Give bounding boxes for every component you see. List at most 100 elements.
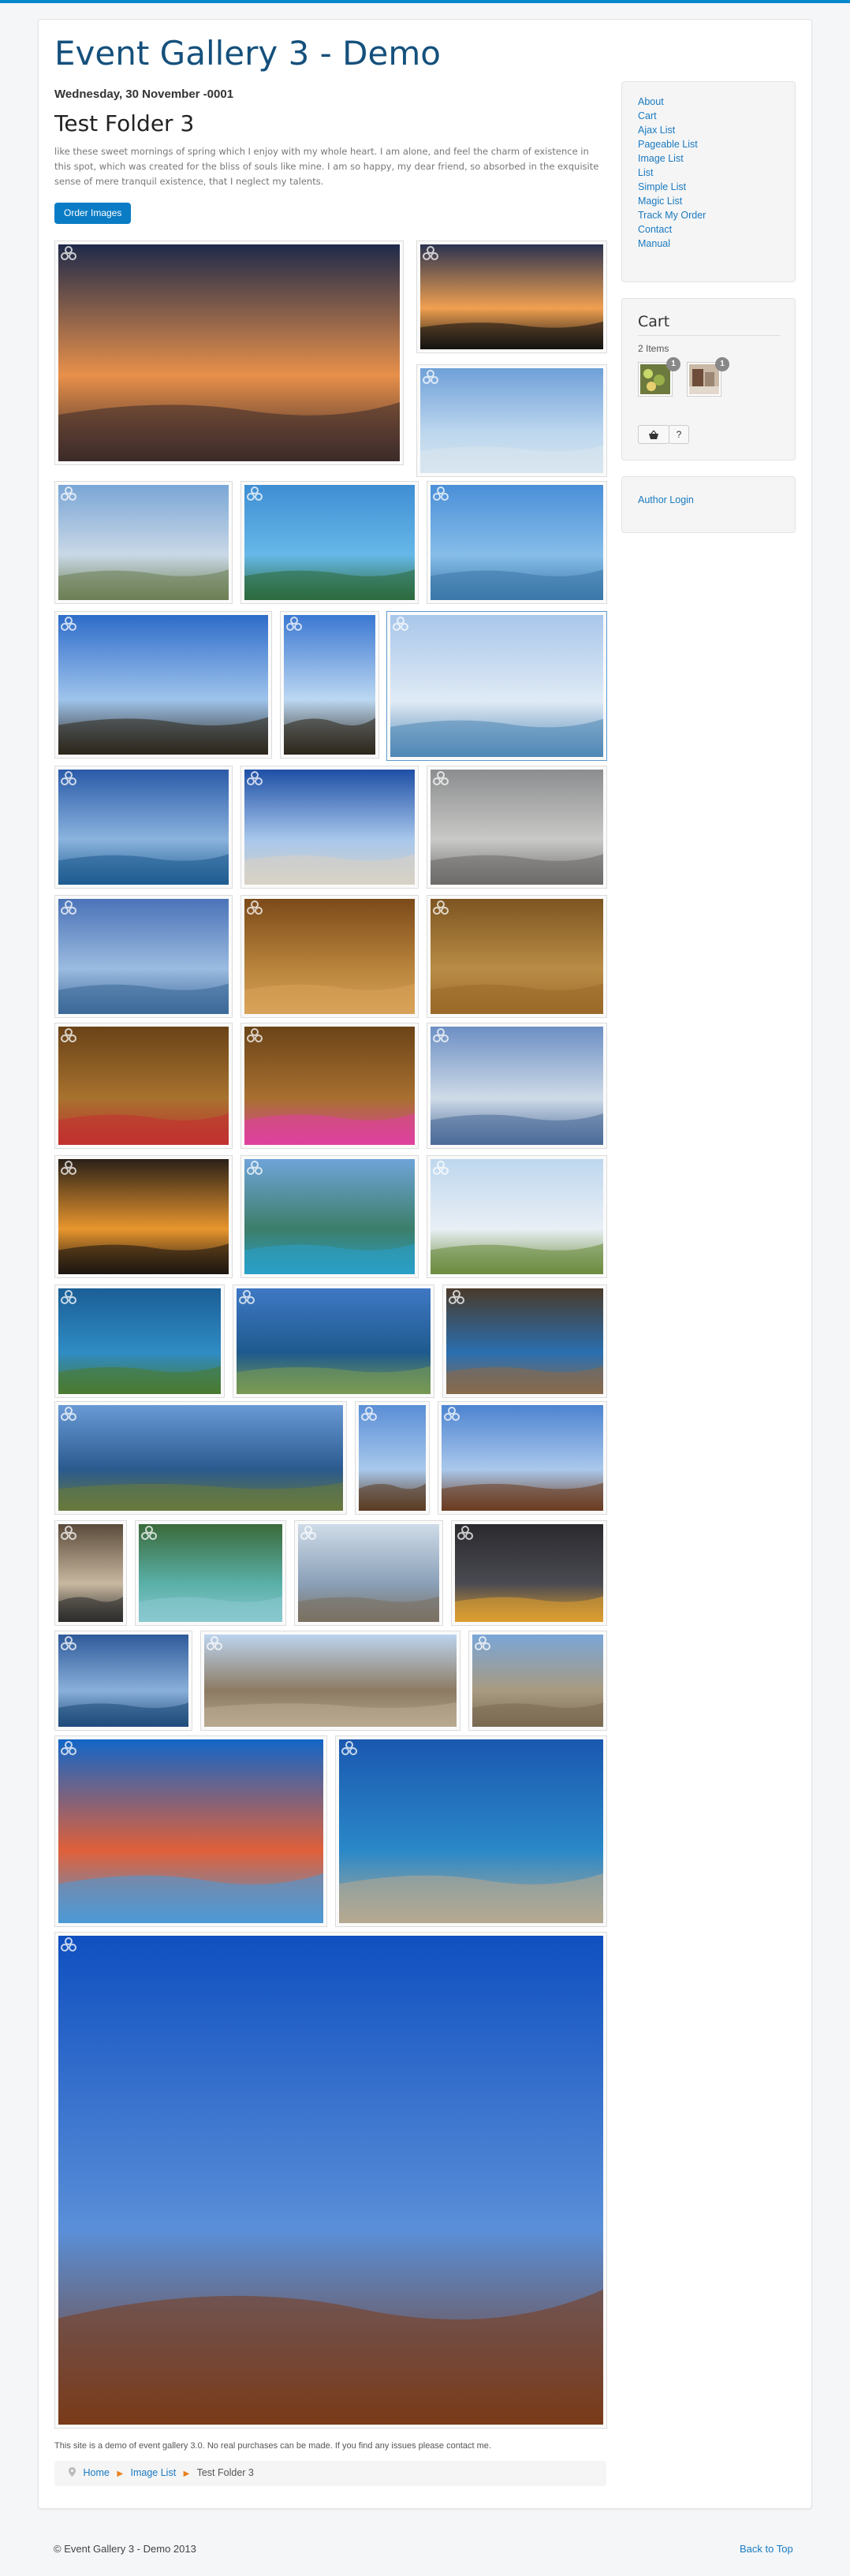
gallery-photo	[442, 1405, 603, 1511]
gallery-image-boat-sea[interactable]	[54, 766, 233, 889]
gallery-image-sunset-silhouette[interactable]	[416, 240, 607, 353]
menu-link-image-list[interactable]: Image List	[638, 151, 706, 166]
breadcrumb-image-list[interactable]: Image List	[131, 2467, 177, 2478]
menu-link-contact[interactable]: Contact	[638, 222, 706, 237]
gallery-image-tall-ship[interactable]	[54, 1932, 607, 2429]
add-to-cart-icon[interactable]	[206, 1636, 223, 1653]
gallery-image-red-flowers[interactable]	[54, 1735, 327, 1927]
add-to-cart-icon[interactable]	[60, 1161, 77, 1178]
add-to-cart-icon[interactable]	[432, 900, 449, 918]
basket-button[interactable]	[638, 425, 669, 444]
add-to-cart-icon[interactable]	[392, 617, 409, 634]
gallery-image-storm-sunset[interactable]	[451, 1520, 607, 1626]
add-to-cart-icon[interactable]	[60, 617, 77, 634]
add-to-cart-icon[interactable]	[246, 1161, 263, 1178]
add-to-cart-icon[interactable]	[341, 1741, 358, 1758]
add-to-cart-icon[interactable]	[60, 771, 77, 788]
add-to-cart-icon[interactable]	[60, 1290, 77, 1307]
gallery-image-child-beach[interactable]	[240, 895, 419, 1018]
gallery-photo	[58, 485, 229, 600]
gallery-image-pirate-ship-2[interactable]	[438, 1401, 607, 1515]
order-images-button[interactable]: Order Images	[54, 203, 132, 224]
gallery-image-marble-ruins[interactable]	[427, 766, 607, 889]
gallery-image-clouds-sea[interactable]	[54, 1631, 192, 1731]
gallery-image-temple-columns-1[interactable]	[54, 611, 272, 759]
gallery-image-sunset-bay[interactable]	[54, 240, 404, 465]
add-to-cart-icon[interactable]	[300, 1526, 317, 1543]
gallery-image-beach-toys[interactable]	[427, 895, 607, 1018]
back-to-top-link[interactable]: Back to Top	[740, 2543, 793, 2555]
menu-link-pageable-list[interactable]: Pageable List	[638, 137, 706, 151]
add-to-cart-icon[interactable]	[448, 1290, 465, 1307]
cart-help-button[interactable]: ?	[669, 425, 689, 444]
gallery-photo	[244, 1159, 415, 1274]
menu-link-list[interactable]: List	[638, 166, 706, 180]
menu-link-cart[interactable]: Cart	[638, 109, 706, 123]
add-to-cart-icon[interactable]	[457, 1526, 474, 1543]
add-to-cart-icon[interactable]	[285, 617, 303, 634]
site-title[interactable]: Event Gallery 3 - Demo	[54, 34, 441, 73]
gallery-photo	[284, 615, 375, 755]
menu-link-track-my-order[interactable]: Track My Order	[638, 208, 706, 222]
gallery-image-rocky-pier[interactable]	[335, 1735, 607, 1927]
gallery-image-cliff-sea[interactable]	[442, 1284, 607, 1398]
add-to-cart-icon[interactable]	[422, 370, 439, 387]
menu-link-about[interactable]: About	[638, 95, 706, 109]
gallery-image-coast-town[interactable]	[54, 895, 233, 1018]
gallery-photo	[420, 368, 603, 473]
gallery-image-pier-sea[interactable]	[427, 481, 607, 604]
add-to-cart-icon[interactable]	[60, 900, 77, 918]
gallery-image-red-shovel[interactable]	[54, 1023, 233, 1149]
menu-link-magic-list[interactable]: Magic List	[638, 194, 706, 208]
gallery-image-pool-palm[interactable]	[240, 481, 419, 604]
gallery-image-amphitheatre-1[interactable]	[200, 1631, 460, 1731]
add-to-cart-icon[interactable]	[432, 1161, 449, 1178]
add-to-cart-icon[interactable]	[60, 486, 77, 504]
add-to-cart-icon[interactable]	[360, 1407, 378, 1424]
add-to-cart-icon[interactable]	[60, 1526, 77, 1543]
add-to-cart-icon[interactable]	[474, 1636, 491, 1653]
add-to-cart-icon[interactable]	[443, 1407, 460, 1424]
gallery-image-lighthouse-harbor[interactable]	[386, 611, 607, 761]
gallery-image-columns-ruins[interactable]	[240, 766, 419, 889]
gallery-image-beach-shore[interactable]	[54, 481, 233, 604]
gallery-photo	[58, 1159, 229, 1274]
add-to-cart-icon[interactable]	[432, 486, 449, 504]
add-to-cart-icon[interactable]	[60, 1636, 77, 1653]
gallery-image-city-bay[interactable]	[54, 1401, 347, 1515]
gallery-image-pink-shovel[interactable]	[240, 1023, 419, 1149]
add-to-cart-icon[interactable]	[246, 900, 263, 918]
add-to-cart-icon[interactable]	[238, 1290, 255, 1307]
add-to-cart-icon[interactable]	[60, 1741, 77, 1758]
add-to-cart-icon[interactable]	[140, 1526, 158, 1543]
menu-link-ajax-list[interactable]: Ajax List	[638, 123, 706, 137]
gallery-image-cliff-bay[interactable]	[240, 1155, 419, 1278]
gallery-image-waves-beach[interactable]	[427, 1023, 607, 1149]
add-to-cart-icon[interactable]	[432, 771, 449, 788]
breadcrumb-home[interactable]: Home	[83, 2467, 109, 2478]
gallery-image-sea-sunset[interactable]	[54, 1155, 233, 1278]
gallery-image-hillside-town[interactable]	[427, 1155, 607, 1278]
gallery-image-temple-columns-2[interactable]	[280, 611, 379, 759]
add-to-cart-icon[interactable]	[60, 246, 77, 263]
add-to-cart-icon[interactable]	[432, 1028, 449, 1046]
add-to-cart-icon[interactable]	[60, 1028, 77, 1046]
breadcrumb-separator-icon: ▶	[183, 2470, 190, 2478]
gallery-image-amphitheatre-2[interactable]	[468, 1631, 607, 1731]
gallery-image-narrow-street[interactable]	[54, 1520, 127, 1626]
add-to-cart-icon[interactable]	[246, 486, 263, 504]
gallery-image-resort-pool[interactable]	[135, 1520, 286, 1626]
menu-link-simple-list[interactable]: Simple List	[638, 180, 706, 194]
add-to-cart-icon[interactable]	[246, 771, 263, 788]
add-to-cart-icon[interactable]	[60, 1407, 77, 1424]
menu-link-manual[interactable]: Manual	[638, 237, 706, 251]
gallery-image-beach-clouds[interactable]	[294, 1520, 443, 1626]
add-to-cart-icon[interactable]	[60, 1937, 77, 1955]
gallery-image-bay-panorama[interactable]	[233, 1284, 434, 1398]
add-to-cart-icon[interactable]	[246, 1028, 263, 1046]
gallery-image-pirate-ship-1[interactable]	[355, 1401, 430, 1515]
add-to-cart-icon[interactable]	[422, 246, 439, 263]
gallery-image-boat-cove[interactable]	[54, 1284, 225, 1398]
author-login-link[interactable]: Author Login	[638, 493, 694, 507]
gallery-image-harbor-lighthouse[interactable]	[416, 364, 607, 477]
